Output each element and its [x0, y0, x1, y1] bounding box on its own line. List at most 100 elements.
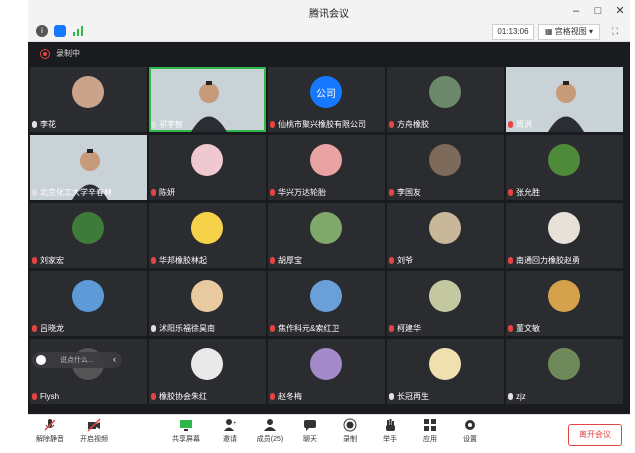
- mic-icon: [151, 325, 156, 332]
- mute-button[interactable]: 解除静音: [30, 418, 70, 450]
- participant-avatar: [548, 144, 580, 176]
- participant-name: 赵冬梅: [270, 391, 302, 403]
- raise-hand-label: 举手: [383, 436, 397, 443]
- participant-tile[interactable]: 方舟橡胶: [387, 67, 504, 132]
- info-icon[interactable]: i: [36, 25, 48, 37]
- participant-tile[interactable]: 胡厚宝: [268, 203, 385, 268]
- chat-button[interactable]: 聊天: [290, 418, 330, 450]
- participant-name: 刘家宏: [32, 255, 64, 267]
- participant-name-text: 南通回力橡胶赵勇: [516, 256, 580, 265]
- participant-tile[interactable]: 刘家宏: [30, 203, 147, 268]
- signal-icon[interactable]: [72, 25, 84, 37]
- video-label: 开启视频: [80, 436, 108, 443]
- muted-mic-icon: [32, 257, 37, 264]
- participant-avatar: [191, 280, 223, 312]
- participant-avatar: [191, 144, 223, 176]
- participant-name: 李国友: [389, 187, 421, 199]
- record-button[interactable]: 录制: [330, 418, 370, 450]
- invite-button[interactable]: + 邀请: [210, 418, 250, 450]
- muted-mic-icon: [389, 325, 394, 332]
- apps-button[interactable]: 应用: [410, 418, 450, 450]
- participant-name-text: 橡胶协会朱红: [159, 392, 207, 401]
- participant-avatar: [548, 348, 580, 380]
- participant-name-text: 祁宇智: [159, 120, 183, 129]
- emoji-icon[interactable]: [36, 355, 46, 365]
- participant-tile[interactable]: 长冠再生: [387, 339, 504, 404]
- participant-tile[interactable]: 焦作科元&索红卫: [268, 271, 385, 336]
- settings-label: 设置: [463, 436, 477, 443]
- participant-avatar: [310, 280, 342, 312]
- muted-mic-icon: [508, 121, 513, 128]
- participant-name: 李花: [32, 119, 56, 131]
- muted-mic-icon: [270, 257, 275, 264]
- participant-name: zjz: [508, 391, 526, 403]
- participant-name-text: 华兴万达轮胎: [278, 188, 326, 197]
- participant-name-text: 周洪: [516, 120, 532, 129]
- members-button[interactable]: 成员(25): [250, 418, 290, 450]
- participant-tile[interactable]: 南通回力橡胶赵勇: [506, 203, 623, 268]
- chat-input-pill[interactable]: 说点什么... ‹: [32, 352, 122, 368]
- participant-tile[interactable]: 华兴万达轮胎: [268, 135, 385, 200]
- hand-icon: [386, 419, 395, 431]
- meeting-window: 腾讯会议 – □ ✕ i 01:13:06 ▦ 宫格视图 ▾ ⛶ 录制中 李花 祁…: [28, 0, 630, 453]
- participant-tile[interactable]: 祁宇智: [149, 67, 266, 132]
- participant-tile[interactable]: 北京化工大学辛春林: [30, 135, 147, 200]
- participant-name: 周洪: [508, 119, 532, 131]
- participant-name-text: 华邦橡胶林起: [159, 256, 207, 265]
- participant-name-text: Flysh: [40, 392, 60, 401]
- participant-tile[interactable]: Flysh: [30, 339, 147, 404]
- close-icon[interactable]: ✕: [612, 3, 628, 19]
- leave-meeting-button[interactable]: 离开会议: [568, 424, 622, 446]
- participant-tile[interactable]: 柯建华: [387, 271, 504, 336]
- recording-icon: [40, 49, 50, 59]
- meeting-info-bar: i 01:13:06 ▦ 宫格视图 ▾ ⛶: [28, 22, 630, 42]
- participant-tile[interactable]: 吕晓龙: [30, 271, 147, 336]
- minimize-icon[interactable]: –: [568, 3, 584, 19]
- participant-name-text: 张允胜: [516, 188, 540, 197]
- participant-avatar: [429, 144, 461, 176]
- fullscreen-icon[interactable]: ⛶: [608, 24, 622, 38]
- shield-icon[interactable]: [54, 25, 66, 37]
- participant-tile[interactable]: 李国友: [387, 135, 504, 200]
- participant-tile[interactable]: 李花: [30, 67, 147, 132]
- maximize-icon[interactable]: □: [590, 3, 606, 19]
- participant-name-text: 长冠再生: [397, 392, 429, 401]
- participant-tile[interactable]: zjz: [506, 339, 623, 404]
- participant-tile[interactable]: 沭阳乐福徐昊南: [149, 271, 266, 336]
- participant-tile[interactable]: 陈妍: [149, 135, 266, 200]
- participant-name: 焦作科元&索红卫: [270, 323, 339, 335]
- participant-tile[interactable]: 公司 仙桃市聚兴橡胶有限公司: [268, 67, 385, 132]
- chat-label: 聊天: [303, 436, 317, 443]
- participant-tile[interactable]: 赵冬梅: [268, 339, 385, 404]
- participant-name-text: 李国友: [397, 188, 421, 197]
- participant-tile[interactable]: 橡胶协会朱红: [149, 339, 266, 404]
- meeting-timer: 01:13:06: [492, 24, 534, 40]
- participant-name: 刘爷: [389, 255, 413, 267]
- collapse-chevron-icon[interactable]: ‹: [113, 354, 116, 364]
- mic-icon: [32, 121, 37, 128]
- participant-name: 吕晓龙: [32, 323, 64, 335]
- participant-name-text: 胡厚宝: [278, 256, 302, 265]
- muted-mic-icon: [508, 189, 513, 196]
- participant-name-text: 沭阳乐福徐昊南: [159, 324, 215, 333]
- participant-tile[interactable]: 华邦橡胶林起: [149, 203, 266, 268]
- participant-tile[interactable]: 刘爷: [387, 203, 504, 268]
- recording-bar: 录制中: [28, 42, 630, 66]
- participant-name: 北京化工大学辛春林: [32, 187, 112, 199]
- participant-tile[interactable]: 张允胜: [506, 135, 623, 200]
- participant-name: 长冠再生: [389, 391, 429, 403]
- share-screen-button[interactable]: 共享屏幕: [166, 418, 206, 450]
- participant-name: 祁宇智: [151, 119, 183, 131]
- participant-name-text: 北京化工大学辛春林: [40, 188, 112, 197]
- participant-tile[interactable]: 董文敏: [506, 271, 623, 336]
- settings-button[interactable]: 设置: [450, 418, 490, 450]
- raise-hand-button[interactable]: 举手: [370, 418, 410, 450]
- video-button[interactable]: 开启视频: [74, 418, 114, 450]
- bottom-toolbar: 解除静音 开启视频 共享屏幕 + 邀请 成员(25) 聊天 录制 举手 应用 设…: [28, 414, 630, 453]
- apps-icon: [424, 419, 436, 431]
- gear-icon: [465, 420, 475, 430]
- mic-icon: [151, 121, 156, 128]
- participant-tile[interactable]: 周洪: [506, 67, 623, 132]
- muted-mic-icon: [270, 325, 275, 332]
- view-mode-dropdown[interactable]: ▦ 宫格视图 ▾: [538, 24, 600, 40]
